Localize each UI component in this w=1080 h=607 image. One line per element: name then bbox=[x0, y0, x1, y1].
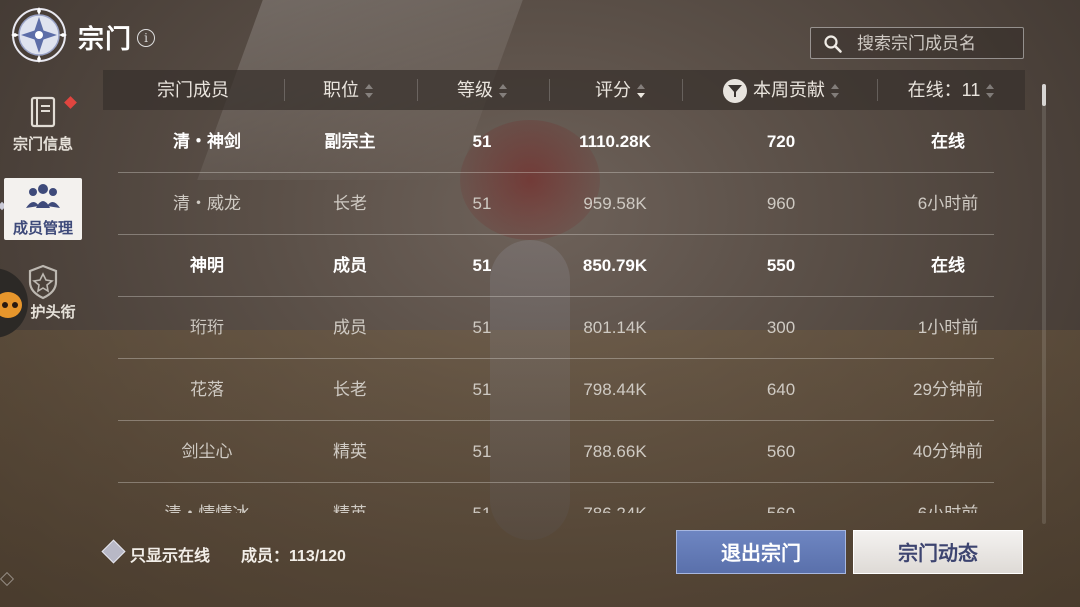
cell-weekly-contribution: 550 bbox=[766, 256, 796, 275]
cell-member-name: 花落 bbox=[190, 380, 224, 399]
search-icon bbox=[824, 35, 842, 53]
cell-weekly-contribution: 560 bbox=[766, 442, 796, 461]
column-level[interactable]: 等级 bbox=[423, 70, 541, 110]
sect-emblem-icon bbox=[11, 7, 67, 63]
sidebar-item-label: 宗门信息 bbox=[12, 135, 73, 153]
table-row[interactable]: 剑尘心 精英 51 788.66K 560 40分钟前 bbox=[118, 421, 994, 483]
column-member: 宗门成员 bbox=[157, 80, 229, 100]
column-divider bbox=[877, 79, 878, 101]
search-box[interactable] bbox=[810, 27, 1024, 60]
cell-level: 51 bbox=[472, 380, 492, 399]
cell-position: 副宗主 bbox=[324, 132, 376, 151]
member-count: 成员：113/120 bbox=[241, 548, 346, 565]
sidebar-item-label: 成员管理 bbox=[12, 219, 73, 237]
cell-level: 51 bbox=[472, 256, 492, 275]
cell-position: 精英 bbox=[333, 442, 367, 461]
quit-sect-button[interactable]: 退出宗门 bbox=[676, 530, 846, 574]
cell-member-name: 剑尘心 bbox=[181, 442, 233, 461]
column-divider bbox=[682, 79, 683, 101]
page-title: 宗门 bbox=[78, 24, 133, 54]
member-table: 清・神剑 副宗主 51 1110.28K 720 在线 清・威龙 长老 51 959.58K 960… bbox=[118, 111, 994, 513]
table-row[interactable]: 清・情情冰精英 51786.24K 560 6小时前 bbox=[118, 483, 994, 513]
cell-member-name: 珩珩 bbox=[190, 318, 224, 337]
cell-weekly-contribution: 640 bbox=[766, 380, 796, 399]
sidebar-item-title[interactable]: 护头衔 bbox=[4, 262, 82, 324]
cell-online-status: 在线 bbox=[931, 256, 965, 275]
table-row[interactable]: 神明 成员 51 850.79K 550 在线 bbox=[118, 235, 994, 297]
cell-position: 长老 bbox=[333, 194, 367, 213]
sidebar-item-label: 护头衔 bbox=[30, 303, 76, 321]
sidebar-item-member-management[interactable]: 成员管理 bbox=[4, 178, 82, 240]
cell-level: 51 bbox=[418, 483, 546, 513]
sidebar-item-sect-info[interactable]: 宗门信息 bbox=[4, 94, 82, 156]
cell-level: 51 bbox=[472, 132, 492, 151]
cell-online-status: 6小时前 bbox=[917, 194, 979, 213]
filter-icon[interactable] bbox=[723, 79, 747, 104]
column-divider bbox=[284, 79, 285, 101]
column-divider bbox=[417, 79, 418, 101]
cell-online-status: 6小时前 bbox=[876, 483, 994, 513]
column-divider bbox=[549, 79, 550, 101]
scroll-thumb[interactable] bbox=[1042, 84, 1046, 106]
search-input[interactable] bbox=[855, 28, 1019, 60]
cell-member-name: 神明 bbox=[190, 256, 224, 275]
sort-icon bbox=[365, 83, 373, 99]
sort-desc-icon bbox=[637, 83, 645, 99]
column-score[interactable]: 评分 bbox=[555, 70, 685, 110]
table-row[interactable]: 清・威龙 长老 51 959.58K 960 6小时前 bbox=[118, 173, 994, 235]
sort-icon bbox=[499, 83, 507, 99]
cell-score: 798.44K bbox=[583, 380, 647, 399]
cell-score: 959.58K bbox=[583, 194, 647, 213]
column-weekly-contribution[interactable]: 本周贡献 bbox=[701, 70, 861, 110]
cell-weekly-contribution: 560 bbox=[700, 483, 862, 513]
table-row[interactable]: 清・神剑 副宗主 51 1110.28K 720 在线 bbox=[118, 111, 994, 173]
notification-badge bbox=[64, 96, 77, 109]
cell-score: 786.24K bbox=[548, 483, 682, 513]
online-only-label[interactable]: 只显示在线 bbox=[130, 542, 210, 566]
column-position[interactable]: 职位 bbox=[293, 70, 403, 110]
cell-score: 801.14K bbox=[583, 318, 647, 337]
table-row[interactable]: 珩珩 成员 51 801.14K 300 1小时前 bbox=[118, 297, 994, 359]
cell-online-status: 40分钟前 bbox=[913, 442, 983, 461]
cell-member-name: 清・神剑 bbox=[173, 132, 241, 151]
cell-position: 精英 bbox=[296, 483, 404, 513]
cell-online-status: 1小时前 bbox=[917, 318, 979, 337]
cell-online-status: 在线 bbox=[931, 132, 965, 151]
cell-member-name: 清・威龙 bbox=[173, 194, 241, 213]
header: 宗门 i bbox=[0, 0, 300, 70]
table-row[interactable]: 花落 长老 51 798.44K 640 29分钟前 bbox=[118, 359, 994, 421]
cell-score: 788.66K bbox=[583, 442, 647, 461]
info-icon[interactable]: i bbox=[137, 29, 155, 47]
cell-score: 1110.28K bbox=[579, 132, 651, 151]
cell-level: 51 bbox=[472, 442, 492, 461]
column-online[interactable]: 在线：11 bbox=[883, 70, 1019, 110]
table-header: 宗门成员 职位 等级 评分 本周贡献 在线：11 bbox=[103, 70, 1025, 110]
sect-dynamics-button[interactable]: 宗门动态 bbox=[853, 530, 1023, 574]
cell-weekly-contribution: 960 bbox=[766, 194, 796, 213]
book-icon bbox=[30, 96, 56, 128]
cell-position: 成员 bbox=[333, 318, 367, 337]
sidebar: 宗门信息 成员管理 护头衔 bbox=[0, 70, 90, 607]
cell-weekly-contribution: 720 bbox=[766, 132, 796, 151]
cell-level: 51 bbox=[472, 318, 492, 337]
sort-icon bbox=[986, 83, 995, 99]
cell-score: 850.79K bbox=[582, 256, 648, 275]
people-icon bbox=[26, 184, 60, 208]
cell-online-status: 29分钟前 bbox=[913, 380, 983, 399]
shield-icon bbox=[28, 264, 58, 300]
cell-position: 长老 bbox=[333, 380, 367, 399]
sort-icon bbox=[831, 83, 839, 99]
cell-position: 成员 bbox=[333, 256, 367, 275]
cell-level: 51 bbox=[472, 194, 492, 213]
cell-weekly-contribution: 300 bbox=[766, 318, 796, 337]
scrollbar[interactable] bbox=[1042, 84, 1046, 524]
cell-member-name: 清・情情冰 bbox=[118, 483, 296, 513]
